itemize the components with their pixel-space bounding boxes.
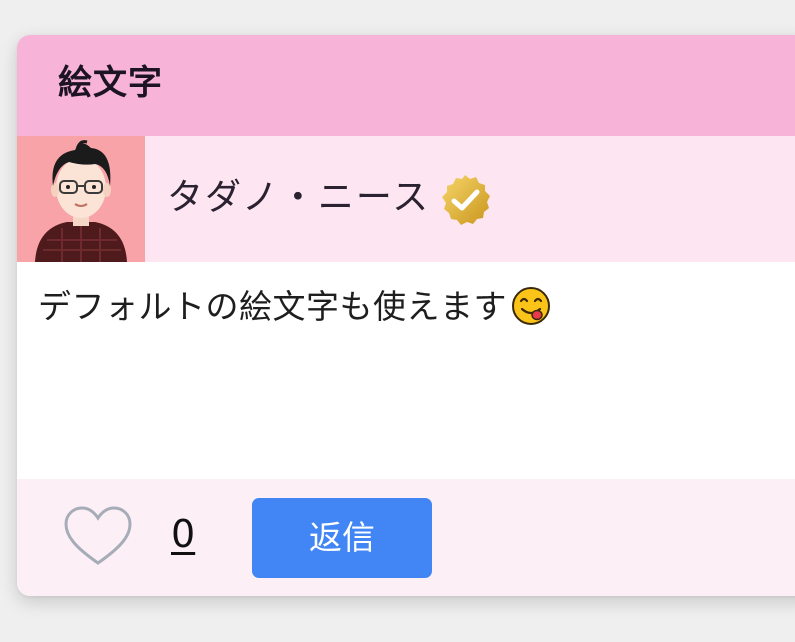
post-message-text: デフォルトの絵文字も使えます bbox=[38, 287, 507, 326]
post-actions: 0 返信 bbox=[17, 479, 795, 596]
gold-verified-check-icon bbox=[437, 172, 493, 228]
card-header: 絵文字 bbox=[17, 35, 795, 136]
author-name[interactable]: タダノ・ニース bbox=[167, 176, 430, 220]
post-message: デフォルトの絵文字も使えます bbox=[38, 285, 551, 329]
person-with-glasses-avatar-icon bbox=[17, 136, 145, 262]
face-savoring-food-emoji-icon bbox=[511, 286, 551, 326]
avatar[interactable] bbox=[17, 136, 145, 262]
like-count[interactable]: 0 bbox=[171, 510, 195, 558]
card-title: 絵文字 bbox=[58, 63, 163, 103]
heart-outline-icon[interactable] bbox=[63, 505, 133, 569]
post-card: 絵文字 タダノ・ニース デフォルトの絵文字も使えます 0 返信 bbox=[17, 35, 795, 596]
reply-button[interactable]: 返信 bbox=[252, 498, 432, 578]
author-row: タダノ・ニース bbox=[17, 136, 795, 262]
